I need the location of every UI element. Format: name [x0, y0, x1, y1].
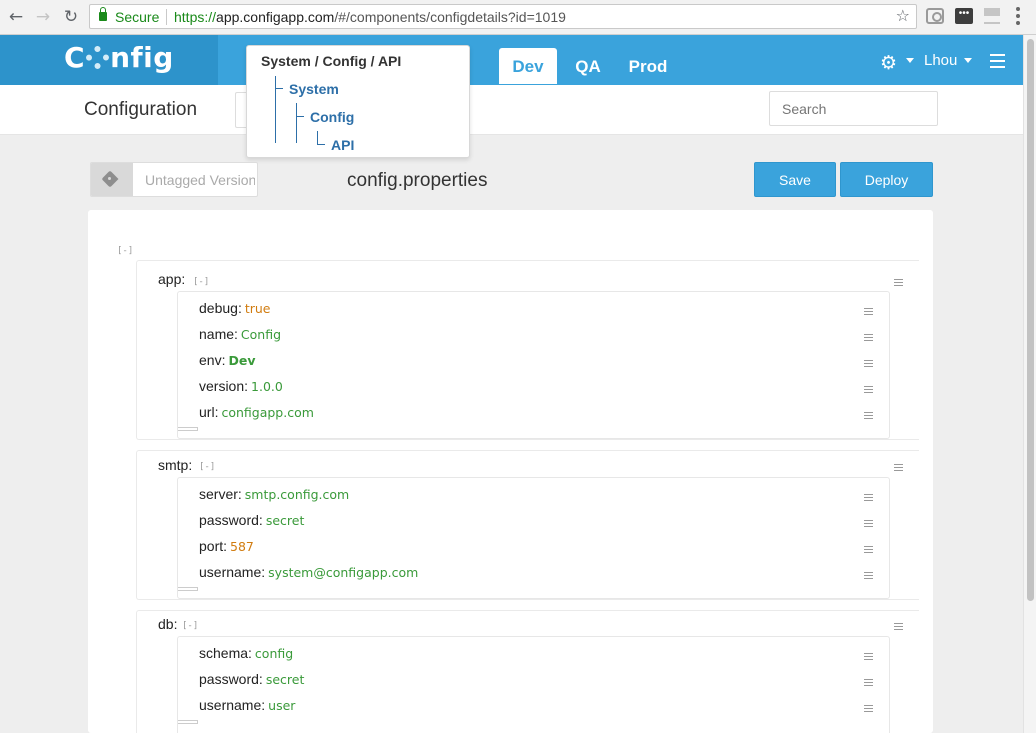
browser-toolbar: ← → ↻ Secure https://app.configapp.com/#… [0, 0, 1036, 35]
drag-handle-icon[interactable] [864, 705, 873, 714]
config-filename: config.properties [347, 170, 488, 191]
secure-label: Secure [115, 9, 160, 25]
browser-menu-icon[interactable] [1016, 7, 1020, 27]
drag-handle-icon[interactable] [864, 520, 873, 529]
page-scrollbar[interactable] [1023, 35, 1036, 733]
drag-handle-icon[interactable] [864, 412, 873, 421]
config-editor: [-] app: [-] debug: true name: Config env:… [88, 210, 933, 733]
user-caret-icon[interactable] [964, 58, 972, 63]
prop-row[interactable]: server: smtp.config.com [199, 486, 349, 502]
prop-row[interactable]: debug: true [199, 300, 270, 316]
app-header: Cnfig Dev QA Prod ⚙ Lhou [0, 35, 1023, 85]
tree-line [317, 131, 318, 144]
lock-icon [99, 7, 107, 21]
prop-row[interactable]: username: system@configapp.com [199, 564, 418, 580]
deploy-button[interactable]: Deploy [840, 162, 933, 197]
resize-handle[interactable] [178, 587, 198, 591]
section-key: db: [158, 616, 178, 632]
section-app-props: debug: true name: Config env: Dev version: 1… [177, 291, 890, 439]
url-host: app.configapp.com [216, 9, 335, 25]
tree-line [317, 144, 325, 145]
url-text[interactable]: https://app.configapp.com/#/components/c… [174, 9, 566, 25]
prop-row[interactable]: username: user [199, 697, 295, 713]
drag-handle-icon[interactable] [894, 464, 903, 473]
tree-line [296, 116, 304, 117]
tag-icon [91, 163, 133, 196]
settings-gear-icon[interactable]: ⚙ [880, 52, 897, 74]
scrollbar-thumb[interactable] [1027, 39, 1034, 601]
prop-row[interactable]: schema: config [199, 645, 293, 661]
sub-header: Configuration [0, 85, 1023, 135]
tab-qa[interactable]: QA [567, 48, 609, 84]
cast-extension-icon[interactable] [984, 8, 1000, 24]
resize-handle[interactable] [178, 720, 198, 724]
tab-prod[interactable]: Prod [622, 48, 674, 84]
version-tag-input[interactable]: Untagged Version [145, 172, 255, 188]
drag-handle-icon[interactable] [864, 308, 873, 317]
drag-handle-icon[interactable] [864, 494, 873, 503]
prop-row[interactable]: password: secret [199, 512, 304, 528]
section-db-props: schema: config password: secret username: u… [177, 636, 890, 733]
prop-row[interactable]: password: secret [199, 671, 304, 687]
tree-line [275, 88, 283, 89]
bookmark-star-icon[interactable]: ☆ [896, 6, 910, 25]
tree-node-api[interactable]: API [331, 137, 354, 153]
section-collapse-toggle[interactable]: [-] [193, 277, 209, 287]
drag-handle-icon[interactable] [864, 572, 873, 581]
tree-node-system[interactable]: System [289, 81, 339, 97]
address-bar[interactable]: Secure https://app.configapp.com/#/compo… [89, 4, 917, 29]
section-smtp: smtp: [-] server: smtp.config.com passwor… [136, 450, 919, 600]
breadcrumb-path: System / Config / API [261, 53, 402, 69]
tree-line [296, 103, 297, 143]
section-smtp-props: server: smtp.config.com password: secret p… [177, 477, 890, 599]
drag-handle-icon[interactable] [864, 360, 873, 369]
section-collapse-toggle[interactable]: [-] [199, 462, 215, 472]
reload-icon[interactable]: ↻ [60, 6, 82, 28]
section-collapse-toggle[interactable]: [-] [182, 621, 198, 631]
settings-caret-icon[interactable] [906, 58, 914, 63]
save-button[interactable]: Save [754, 162, 836, 197]
logo-area: Cnfig [0, 35, 218, 85]
user-menu[interactable]: Lhou [924, 52, 957, 69]
root-collapse-toggle[interactable]: [-] [117, 246, 133, 256]
hamburger-menu-icon[interactable] [990, 54, 1005, 72]
resize-handle[interactable] [178, 427, 198, 431]
drag-handle-icon[interactable] [894, 623, 903, 632]
logo-text-left: C [64, 41, 86, 74]
version-tag-field[interactable]: Untagged Version [90, 162, 258, 197]
tree-line [275, 76, 276, 143]
breadcrumb-popover: System / Config / API System Config API [246, 45, 470, 158]
logo-text-right: nfig [110, 41, 174, 74]
search-input[interactable] [769, 91, 938, 126]
drag-handle-icon[interactable] [864, 386, 873, 395]
prop-row[interactable]: url: configapp.com [199, 404, 314, 420]
tab-dev[interactable]: Dev [499, 48, 557, 84]
drag-handle-icon[interactable] [894, 279, 903, 288]
url-scheme: https:// [174, 9, 217, 25]
prop-row[interactable]: env: Dev [199, 352, 255, 368]
camera-extension-icon[interactable] [926, 8, 944, 24]
extension-dots-icon[interactable]: ••• [955, 8, 973, 24]
app-logo[interactable]: Cnfig [64, 41, 174, 74]
section-key: app: [158, 271, 186, 287]
section-db: db: [-] schema: config password: secret us… [136, 610, 919, 733]
forward-arrow-icon[interactable]: → [32, 6, 54, 28]
drag-handle-icon[interactable] [864, 653, 873, 662]
prop-row[interactable]: name: Config [199, 326, 281, 342]
section-key: smtp: [158, 457, 193, 473]
drag-handle-icon[interactable] [864, 546, 873, 555]
url-path: /#/components/configdetails?id=1019 [334, 9, 566, 25]
prop-row[interactable]: version: 1.0.0 [199, 378, 283, 394]
url-separator [166, 9, 167, 25]
page-title: Configuration [84, 99, 198, 120]
tree-node-config[interactable]: Config [310, 109, 354, 125]
drag-handle-icon[interactable] [864, 679, 873, 688]
back-arrow-icon[interactable]: ← [5, 6, 27, 28]
prop-row[interactable]: port: 587 [199, 538, 254, 554]
drag-handle-icon[interactable] [864, 334, 873, 343]
section-app: app: [-] debug: true name: Config env: Dev … [136, 260, 919, 440]
logo-gear-icon [86, 46, 110, 69]
